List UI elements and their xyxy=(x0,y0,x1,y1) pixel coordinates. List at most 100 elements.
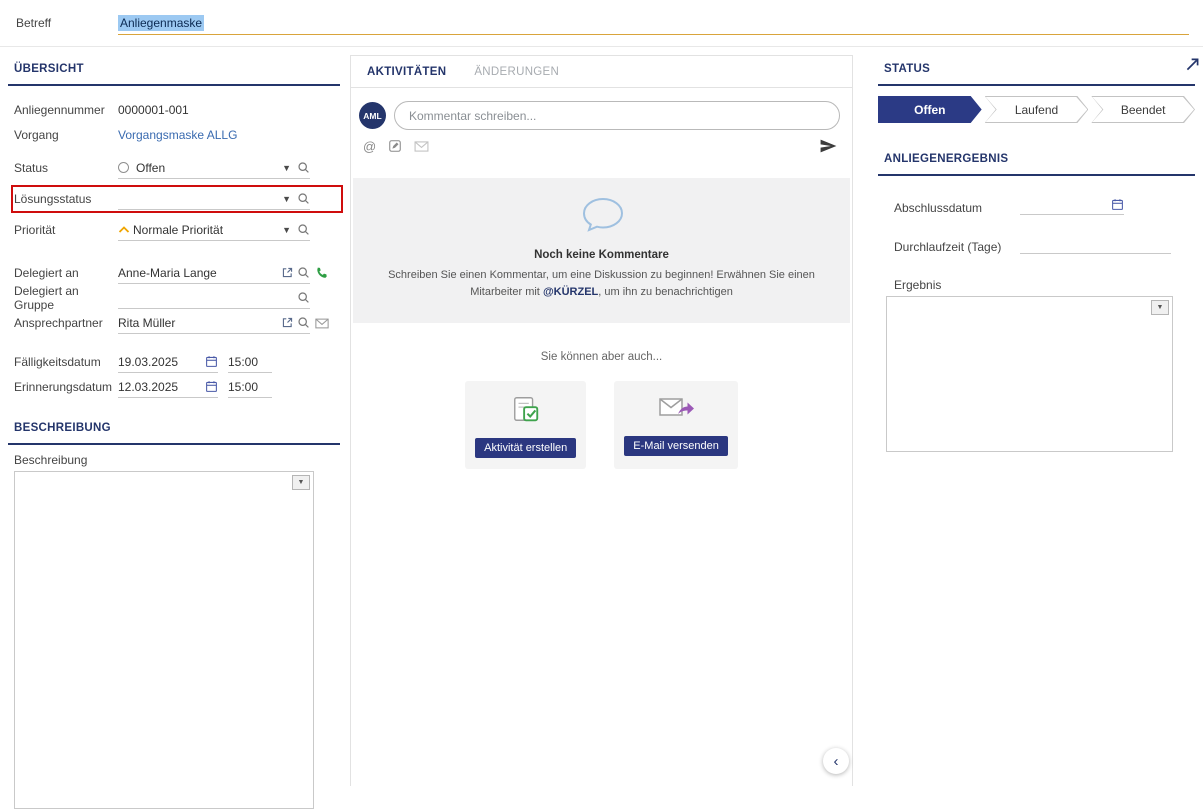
collapse-panel-button[interactable]: ‹ xyxy=(823,748,849,774)
erinnerungsdatum-time-input[interactable]: 15:00 xyxy=(228,376,272,398)
status-column: STATUS Offen Laufend Beendet ANLIEGENERG… xyxy=(866,55,1203,786)
faelligkeitsdatum-time-input[interactable]: 15:00 xyxy=(228,351,272,373)
activity-checklist-icon xyxy=(511,394,541,424)
delegiert-an-gruppe-label: Delegiert an Gruppe xyxy=(14,284,118,312)
also-text: Sie können aber auch... xyxy=(351,351,852,363)
quick-action-cards: Aktivität erstellen E-Mail versenden xyxy=(351,381,852,469)
mail-icon[interactable] xyxy=(414,141,429,152)
search-icon[interactable] xyxy=(297,291,310,304)
beschreibung-header: BESCHREIBUNG xyxy=(8,414,340,445)
field-delegiert-an: Delegiert an Anne-Maria Lange xyxy=(14,262,340,284)
beschreibung-label: Beschreibung xyxy=(14,453,340,467)
overview-column: ÜBERSICHT Anliegennummer 0000001-001 Vor… xyxy=(8,55,340,786)
status-step-beendet-label: Beendet xyxy=(1091,96,1195,123)
ergebnis-label: Ergebnis xyxy=(894,278,1203,292)
erinnerungsdatum-date-value: 12.03.2025 xyxy=(118,380,178,394)
text-template-dropdown-button[interactable]: ▼ xyxy=(292,475,310,490)
send-email-button[interactable]: E-Mail versenden xyxy=(624,436,728,456)
expand-panel-icon[interactable] xyxy=(1184,56,1201,76)
faelligkeitsdatum-date-value: 19.03.2025 xyxy=(118,355,178,369)
field-prioritaet: Priorität Normale Priorität ▼ xyxy=(14,219,340,241)
loesungsstatus-select[interactable]: ▼ xyxy=(118,188,310,210)
vorgang-label: Vorgang xyxy=(14,128,118,142)
field-loesungsstatus-highlighted: Lösungsstatus ▼ xyxy=(14,188,340,210)
erinnerungsdatum-label: Erinnerungsdatum xyxy=(14,380,118,394)
prioritaet-label: Priorität xyxy=(14,223,118,237)
status-value: Offen xyxy=(136,161,276,175)
status-step-beendet[interactable]: Beendet xyxy=(1091,96,1195,123)
betreff-input[interactable]: Anliegenmaske xyxy=(118,11,1189,35)
vorgang-link[interactable]: Vorgangsmaske ALLG xyxy=(118,128,237,142)
search-icon[interactable] xyxy=(297,266,310,279)
tab-aenderungen[interactable]: ÄNDERUNGEN xyxy=(474,66,559,78)
abschlussdatum-input[interactable] xyxy=(1020,194,1124,215)
status-steps: Offen Laufend Beendet xyxy=(878,96,1195,123)
calendar-icon[interactable] xyxy=(205,380,218,393)
comment-input[interactable] xyxy=(394,101,840,130)
field-status: Status Offen ▼ xyxy=(14,157,340,179)
anliegennummer-label: Anliegennummer xyxy=(14,103,118,117)
erinnerungsdatum-date-input[interactable]: 12.03.2025 xyxy=(118,376,218,398)
search-icon[interactable] xyxy=(297,161,310,174)
anliegenergebnis-header: ANLIEGENERGEBNIS xyxy=(878,145,1195,176)
chevron-down-icon[interactable]: ▼ xyxy=(279,163,294,173)
comment-compose-row: AML xyxy=(351,88,852,130)
faelligkeitsdatum-label: Fälligkeitsdatum xyxy=(14,355,118,369)
durchlaufzeit-input[interactable] xyxy=(1020,233,1171,254)
status-step-laufend-label: Laufend xyxy=(985,96,1089,123)
tab-aktivitaeten[interactable]: AKTIVITÄTEN xyxy=(367,66,446,78)
field-delegiert-an-gruppe: Delegiert an Gruppe xyxy=(14,287,340,309)
send-icon[interactable] xyxy=(819,138,838,154)
search-icon[interactable] xyxy=(297,223,310,236)
send-email-card: E-Mail versenden xyxy=(614,381,738,469)
email-send-icon xyxy=(658,394,694,422)
chevron-down-icon[interactable]: ▼ xyxy=(279,194,294,204)
durchlaufzeit-label: Durchlaufzeit (Tage) xyxy=(894,240,1020,254)
phone-icon[interactable] xyxy=(315,266,329,280)
delegiert-an-gruppe-input[interactable] xyxy=(118,287,310,309)
create-activity-button[interactable]: Aktivität erstellen xyxy=(475,438,576,458)
open-record-icon[interactable] xyxy=(281,266,294,279)
status-panel-header: STATUS xyxy=(878,55,1195,86)
field-durchlaufzeit: Durchlaufzeit (Tage) xyxy=(894,233,1171,254)
status-step-laufend[interactable]: Laufend xyxy=(985,96,1089,123)
beschreibung-textarea[interactable]: ▼ xyxy=(14,471,314,809)
status-select[interactable]: Offen ▼ xyxy=(118,157,310,179)
mail-icon[interactable] xyxy=(315,318,329,329)
mention-at-icon[interactable]: @ xyxy=(363,139,376,154)
no-comments-empty-state: Noch keine Kommentare Schreiben Sie eine… xyxy=(353,178,850,323)
note-icon[interactable] xyxy=(388,139,402,153)
faelligkeitsdatum-date-input[interactable]: 19.03.2025 xyxy=(118,351,218,373)
status-step-offen[interactable]: Offen xyxy=(878,96,982,123)
erinnerungsdatum-time-value: 15:00 xyxy=(228,380,258,394)
ansprechpartner-label: Ansprechpartner xyxy=(14,316,118,330)
empty-state-text: Schreiben Sie einen Kommentar, um eine D… xyxy=(377,267,826,301)
open-record-icon[interactable] xyxy=(281,316,294,329)
delegiert-an-label: Delegiert an xyxy=(14,266,118,280)
ansprechpartner-input[interactable]: Rita Müller xyxy=(118,312,310,334)
text-template-dropdown-button[interactable]: ▼ xyxy=(1151,300,1169,315)
prioritaet-select[interactable]: Normale Priorität ▼ xyxy=(118,219,310,241)
search-icon[interactable] xyxy=(297,192,310,205)
create-activity-card: Aktivität erstellen xyxy=(465,381,586,469)
priority-normal-icon xyxy=(118,225,130,234)
avatar: AML xyxy=(359,102,386,129)
speech-bubble-icon xyxy=(579,196,625,236)
activities-column: AKTIVITÄTEN ÄNDERUNGEN AML @ Noch keine … xyxy=(350,55,853,786)
empty-state-text-post: , um ihn zu benachrichtigen xyxy=(598,286,733,298)
uebersicht-header: ÜBERSICHT xyxy=(8,55,340,86)
search-icon[interactable] xyxy=(297,316,310,329)
field-faelligkeitsdatum: Fälligkeitsdatum 19.03.2025 15:00 xyxy=(14,351,340,373)
ansprechpartner-value: Rita Müller xyxy=(118,316,278,330)
loesungsstatus-label: Lösungsstatus xyxy=(14,192,118,206)
chevron-down-icon[interactable]: ▼ xyxy=(279,225,294,235)
calendar-icon[interactable] xyxy=(205,355,218,368)
ergebnis-textarea[interactable]: ▼ xyxy=(886,296,1173,452)
status-step-offen-label: Offen xyxy=(878,96,982,123)
field-vorgang: Vorgang Vorgangsmaske ALLG xyxy=(14,124,340,146)
field-anliegennummer: Anliegennummer 0000001-001 xyxy=(14,99,340,121)
field-erinnerungsdatum: Erinnerungsdatum 12.03.2025 15:00 xyxy=(14,376,340,398)
delegiert-an-input[interactable]: Anne-Maria Lange xyxy=(118,262,310,284)
calendar-icon[interactable] xyxy=(1111,198,1124,211)
mention-kuerzel: @KÜRZEL xyxy=(543,286,598,298)
